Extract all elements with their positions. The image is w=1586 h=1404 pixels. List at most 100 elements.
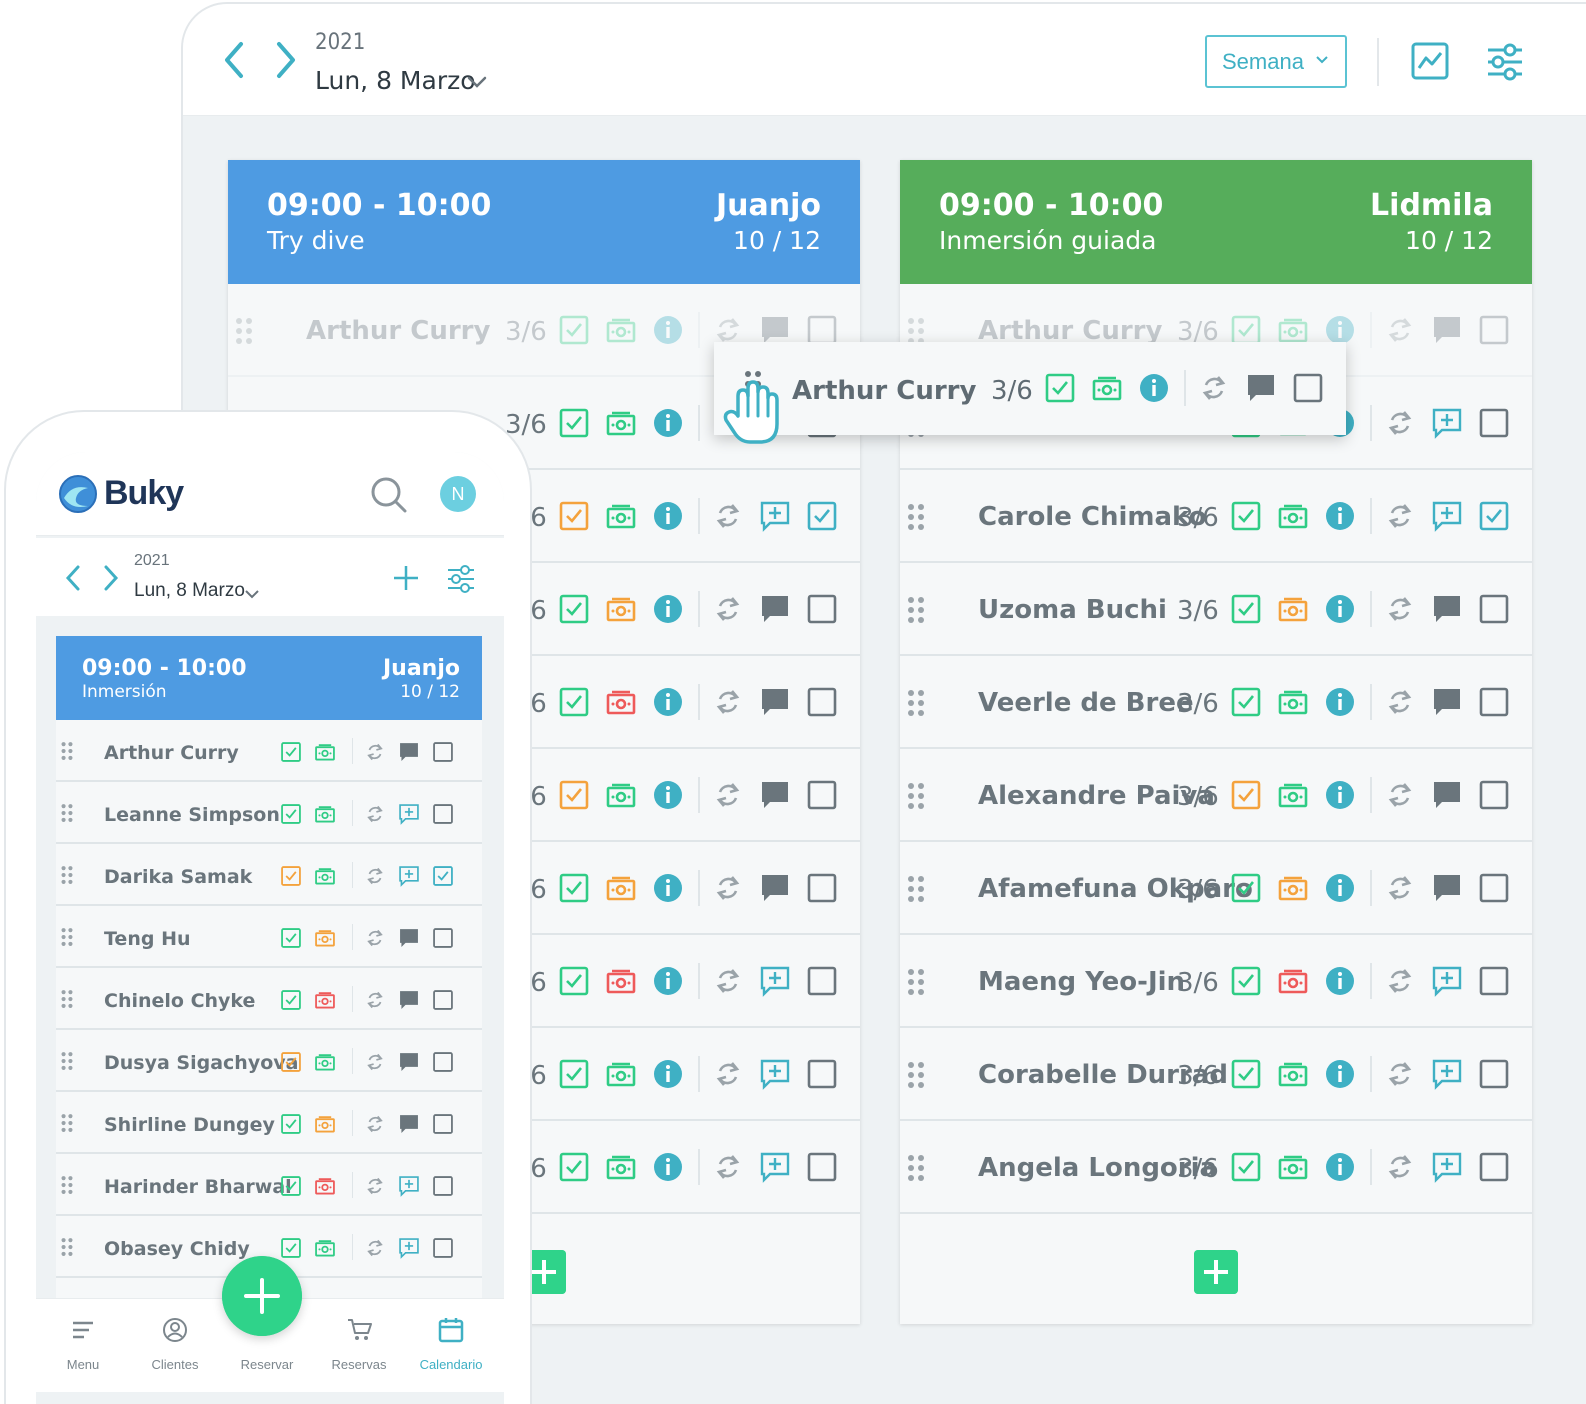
drag-handle-icon[interactable] [228, 315, 260, 347]
add-comment-icon[interactable] [398, 803, 420, 825]
sync-icon[interactable] [712, 686, 744, 718]
check-status-icon[interactable] [1230, 1151, 1262, 1183]
comment-icon[interactable] [398, 1113, 420, 1135]
drag-handle-icon[interactable] [56, 926, 78, 948]
attendance-checkbox-icon[interactable] [1478, 686, 1510, 718]
participant-row[interactable]: Veerle de Bree 3/6 [900, 656, 1532, 749]
check-status-icon[interactable] [280, 1051, 302, 1073]
date-selector[interactable]: Lun, 8 Marzo [134, 580, 245, 602]
payment-status-icon[interactable] [605, 593, 637, 625]
drag-handle-icon[interactable] [900, 966, 932, 998]
attendance-checkbox-icon[interactable] [1478, 1058, 1510, 1090]
sync-icon[interactable] [364, 865, 386, 887]
comment-icon[interactable] [1245, 372, 1277, 404]
info-icon[interactable] [652, 407, 684, 439]
drag-handle-icon[interactable] [900, 1059, 932, 1091]
payment-status-icon[interactable] [1277, 872, 1309, 904]
drag-handle-icon[interactable] [56, 1174, 78, 1196]
sync-icon[interactable] [1384, 407, 1416, 439]
search-icon[interactable] [370, 476, 408, 514]
tab-menu[interactable]: Menu [38, 1299, 128, 1393]
participant-row[interactable]: Shirline Dungey [56, 1092, 482, 1154]
filter-sliders-icon[interactable] [1485, 42, 1525, 82]
check-status-icon[interactable] [280, 989, 302, 1011]
sync-icon[interactable] [364, 1113, 386, 1135]
sync-icon[interactable] [1384, 872, 1416, 904]
sync-icon[interactable] [1384, 779, 1416, 811]
check-status-icon[interactable] [558, 1151, 590, 1183]
add-comment-icon[interactable] [759, 500, 791, 532]
check-status-icon[interactable] [558, 314, 590, 346]
dragged-participant-card[interactable]: Arthur Curry 3/6 [714, 342, 1346, 435]
drag-handle-icon[interactable] [900, 873, 932, 905]
comment-icon[interactable] [759, 686, 791, 718]
payment-status-icon[interactable] [1277, 1151, 1309, 1183]
participant-row[interactable]: Darika Samak [56, 844, 482, 906]
drag-handle-icon[interactable] [900, 1152, 932, 1184]
payment-status-icon[interactable] [314, 1237, 336, 1259]
check-status-icon[interactable] [558, 779, 590, 811]
info-icon[interactable] [652, 314, 684, 346]
check-status-icon[interactable] [558, 500, 590, 532]
filter-sliders-icon[interactable] [446, 564, 476, 594]
info-icon[interactable] [652, 965, 684, 997]
participant-row[interactable]: Teng Hu [56, 906, 482, 968]
sync-icon[interactable] [364, 803, 386, 825]
drag-handle-icon[interactable] [56, 802, 78, 824]
info-icon[interactable] [652, 500, 684, 532]
drag-handle-icon[interactable] [56, 1050, 78, 1072]
info-icon[interactable] [1324, 965, 1356, 997]
check-status-icon[interactable] [280, 1175, 302, 1197]
plus-icon[interactable] [392, 564, 420, 592]
payment-status-icon[interactable] [1277, 1058, 1309, 1090]
attendance-checkbox-icon[interactable] [1478, 779, 1510, 811]
payment-status-icon[interactable] [605, 872, 637, 904]
participant-row[interactable]: Carole Chimako 3/6 [900, 470, 1532, 563]
payment-status-icon[interactable] [314, 989, 336, 1011]
attendance-checkbox-icon[interactable] [806, 500, 838, 532]
attendance-checkbox-icon[interactable] [806, 593, 838, 625]
check-status-icon[interactable] [280, 927, 302, 949]
comment-icon[interactable] [1431, 872, 1463, 904]
comment-icon[interactable] [398, 989, 420, 1011]
attendance-checkbox-icon[interactable] [1478, 872, 1510, 904]
attendance-checkbox-icon[interactable] [1292, 372, 1324, 404]
add-comment-icon[interactable] [1431, 500, 1463, 532]
participant-row[interactable]: Dusya Sigachyova [56, 1030, 482, 1092]
reservar-fab-button[interactable] [222, 1256, 302, 1336]
check-status-icon[interactable] [1230, 872, 1262, 904]
check-status-icon[interactable] [1230, 593, 1262, 625]
activity-header[interactable]: 09:00 - 10:00 Try dive Juanjo 10 / 12 [228, 160, 860, 284]
payment-status-icon[interactable] [1277, 686, 1309, 718]
attendance-checkbox-icon[interactable] [1478, 314, 1510, 346]
check-status-icon[interactable] [558, 593, 590, 625]
participant-row[interactable]: Harinder Bharwal [56, 1154, 482, 1216]
sync-icon[interactable] [1384, 593, 1416, 625]
drag-handle-icon[interactable] [900, 780, 932, 812]
activity-header[interactable]: 09:00 - 10:00 Inmersión guiada Lidmila 1… [900, 160, 1532, 284]
sync-icon[interactable] [364, 1237, 386, 1259]
payment-status-icon[interactable] [605, 1151, 637, 1183]
sync-icon[interactable] [712, 1058, 744, 1090]
avatar[interactable]: N [440, 476, 476, 512]
add-comment-icon[interactable] [759, 1058, 791, 1090]
payment-status-icon[interactable] [314, 865, 336, 887]
check-status-icon[interactable] [280, 741, 302, 763]
view-select[interactable]: Semana [1205, 35, 1347, 88]
check-status-icon[interactable] [558, 407, 590, 439]
sync-icon[interactable] [364, 989, 386, 1011]
check-status-icon[interactable] [558, 965, 590, 997]
activity-header[interactable]: 09:00 - 10:00 Inmersión Juanjo 10 / 12 [56, 636, 482, 720]
participant-row[interactable]: Alexandre Paiva 3/6 [900, 749, 1532, 842]
attendance-checkbox-icon[interactable] [1478, 407, 1510, 439]
check-status-icon[interactable] [280, 1237, 302, 1259]
attendance-checkbox-icon[interactable] [432, 989, 454, 1011]
drag-handle-icon[interactable] [900, 501, 932, 533]
check-status-icon[interactable] [280, 803, 302, 825]
attendance-checkbox-icon[interactable] [1478, 965, 1510, 997]
next-day-arrow-icon[interactable] [102, 564, 120, 592]
tab-clientes[interactable]: Clientes [130, 1299, 220, 1393]
attendance-checkbox-icon[interactable] [806, 872, 838, 904]
payment-status-icon[interactable] [314, 803, 336, 825]
date-selector[interactable]: Lun, 8 Marzo [315, 66, 476, 95]
